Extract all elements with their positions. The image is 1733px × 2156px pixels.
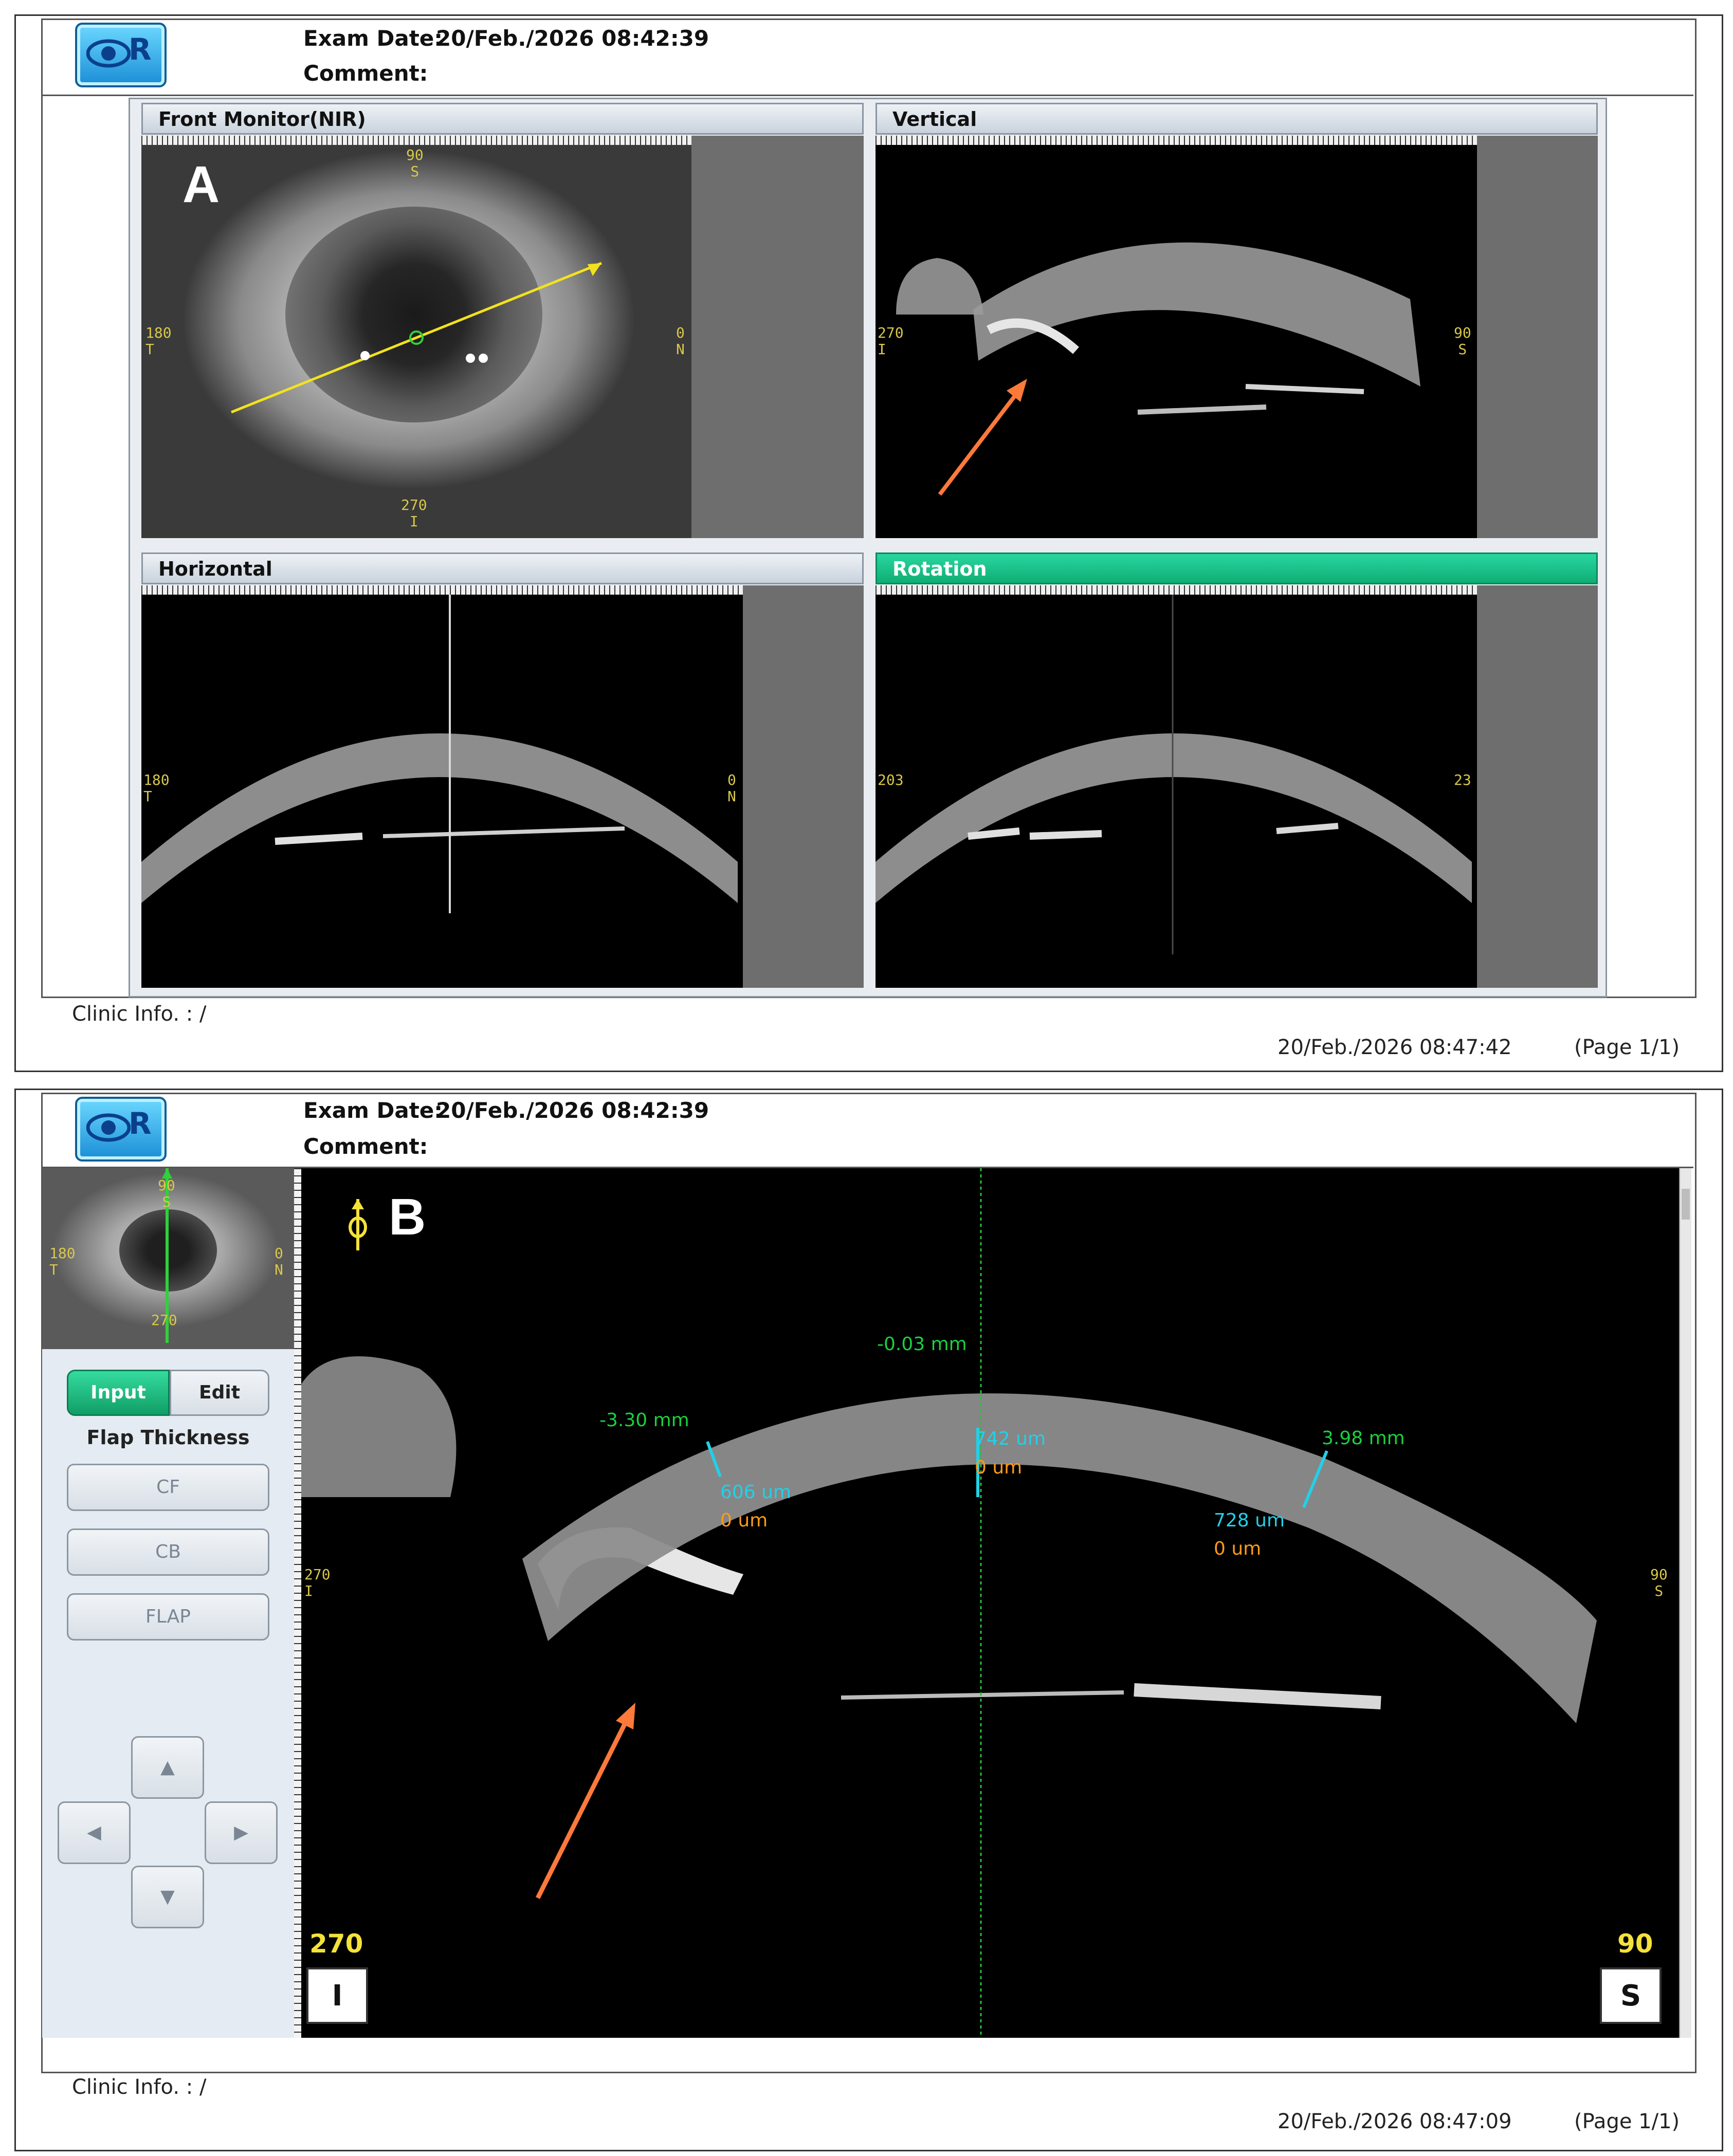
clinic-info: Clinic Info. : / [72, 2075, 207, 2099]
orange-arrow-b [535, 1703, 635, 1900]
tab-rotation[interactable]: Rotation [875, 552, 1598, 584]
tab-horizontal[interactable]: Horizontal [141, 552, 864, 584]
thumbnail-top-label: 90 S [158, 1177, 175, 1210]
horizontal-gray-margin [743, 585, 864, 988]
center-position-label: -0.03 mm [877, 1334, 967, 1355]
horizontal-cornea-shape [141, 595, 738, 913]
main-scan-ruler-left [294, 1168, 301, 2038]
front-ruler [141, 136, 691, 145]
main-oct-scan[interactable]: B -3.30 mm 606 um 0 um -0.03 mm 742 um 0… [301, 1168, 1679, 2038]
flap-thickness-title: Flap Thickness [86, 1426, 250, 1449]
vertical-ruler [875, 136, 1477, 145]
corner-left-box: I [306, 1967, 368, 2024]
triangle-up-icon: ▲ [160, 1757, 175, 1778]
right-thickness-label: 728 um [1214, 1510, 1285, 1531]
right-offset-label: 0 um [1214, 1538, 1262, 1559]
left-thickness-label: 606 um [720, 1482, 792, 1503]
logo-r-text: R [129, 1106, 152, 1141]
cb-button[interactable]: CB [67, 1528, 269, 1576]
left-offset-label: 0 um [720, 1510, 768, 1531]
move-left-button[interactable]: ◀ [58, 1801, 131, 1864]
printed-timestamp: 20/Feb./2026 08:47:09 [1278, 2110, 1512, 2133]
horizontal-ruler [141, 585, 743, 595]
tab-front-monitor[interactable]: Front Monitor(NIR) [141, 103, 864, 135]
scan-line [231, 262, 602, 414]
front-top-label: 90 S [406, 146, 424, 180]
right-position-label: 3.98 mm [1322, 1428, 1405, 1449]
right-eye-logo: R [75, 23, 167, 87]
orange-arrow-a [938, 379, 1027, 496]
page-indicator: (Page 1/1) [1574, 2110, 1680, 2133]
vertical-right-label: 90 S [1454, 324, 1471, 358]
front-left-label: 180 T [145, 324, 172, 358]
header-divider [41, 95, 1693, 96]
tab-input[interactable]: Input [67, 1370, 170, 1416]
main-right-side-label: 90 S [1650, 1566, 1668, 1599]
rotation-gray-margin [1477, 585, 1598, 988]
clinic-info: Clinic Info. : / [72, 1002, 207, 1026]
tab-vertical[interactable]: Vertical [875, 103, 1598, 135]
main-scan-scrollbar[interactable] [1679, 1168, 1691, 2038]
front-monitor-image[interactable]: A 90 S 180 T 0N 270 I [141, 145, 691, 538]
rotation-scan-image[interactable]: 203 23 [875, 595, 1477, 988]
page-indicator: (Page 1/1) [1574, 1036, 1680, 1059]
vertical-scan-image[interactable]: 270 I 90 S [875, 145, 1477, 538]
triangle-down-icon: ▼ [160, 1886, 175, 1907]
front-right-label: 0N [676, 324, 685, 358]
phi-orientation-icon [349, 1199, 367, 1250]
rotation-ruler [875, 585, 1477, 595]
horizontal-scan-image[interactable]: 180 T 0N [141, 595, 743, 988]
right-eye-logo: R [75, 1097, 167, 1162]
front-bottom-label: 270 I [401, 496, 427, 530]
move-right-button[interactable]: ▶ [205, 1801, 278, 1864]
triangle-right-icon: ▶ [234, 1822, 248, 1843]
scrollbar-thumb[interactable] [1682, 1189, 1690, 1220]
vertical-gray-margin [1477, 136, 1598, 538]
front-gray-margin [691, 136, 864, 538]
corner-right-box: S [1600, 1967, 1662, 2024]
thumbnail-right-label: 0N [275, 1245, 283, 1278]
thumbnail-front-image[interactable]: 90 S 180 T 0N 270 [42, 1168, 294, 1349]
printed-timestamp: 20/Feb./2026 08:47:42 [1278, 1036, 1512, 1059]
main-left-side-label: 270 I [304, 1566, 331, 1599]
thumbnail-bottom-label: 270 [151, 1312, 177, 1329]
vertical-left-label: 270 I [878, 324, 904, 358]
exam-date-value: 20/Feb./2026 08:42:39 [436, 1098, 709, 1123]
exam-date-label: Exam Date: [303, 1098, 443, 1123]
flap-button[interactable]: FLAP [67, 1593, 269, 1641]
move-up-button[interactable]: ▲ [131, 1736, 204, 1799]
eye-icon [86, 39, 131, 68]
tab-edit[interactable]: Edit [170, 1370, 269, 1416]
thumbnail-left-label: 180 T [49, 1245, 76, 1278]
horizontal-left-label: 180 T [143, 771, 170, 805]
comment-label: Comment: [303, 61, 428, 86]
left-position-label: -3.30 mm [599, 1410, 689, 1431]
corner-left-number: 270 [309, 1929, 363, 1959]
cf-button[interactable]: CF [67, 1464, 269, 1511]
logo-r-text: R [129, 32, 152, 67]
horizontal-right-label: 0N [727, 771, 736, 805]
rotation-left-label: 203 [878, 771, 904, 788]
panel-letter-b: B [389, 1188, 426, 1246]
exam-date-value: 20/Feb./2026 08:42:39 [436, 26, 709, 51]
panel-letter-a: A [183, 156, 220, 213]
corner-right-number: 90 [1617, 1929, 1653, 1959]
comment-label: Comment: [303, 1134, 428, 1159]
exam-date-label: Exam Date: [303, 26, 443, 51]
move-down-button[interactable]: ▼ [131, 1866, 204, 1928]
rotation-cornea-shape [875, 595, 1472, 954]
center-thickness-label: 742 um [975, 1428, 1046, 1449]
rotation-right-label: 23 [1454, 771, 1471, 788]
eye-icon [86, 1113, 131, 1142]
triangle-left-icon: ◀ [87, 1822, 101, 1843]
center-offset-label: 0 um [975, 1457, 1023, 1478]
